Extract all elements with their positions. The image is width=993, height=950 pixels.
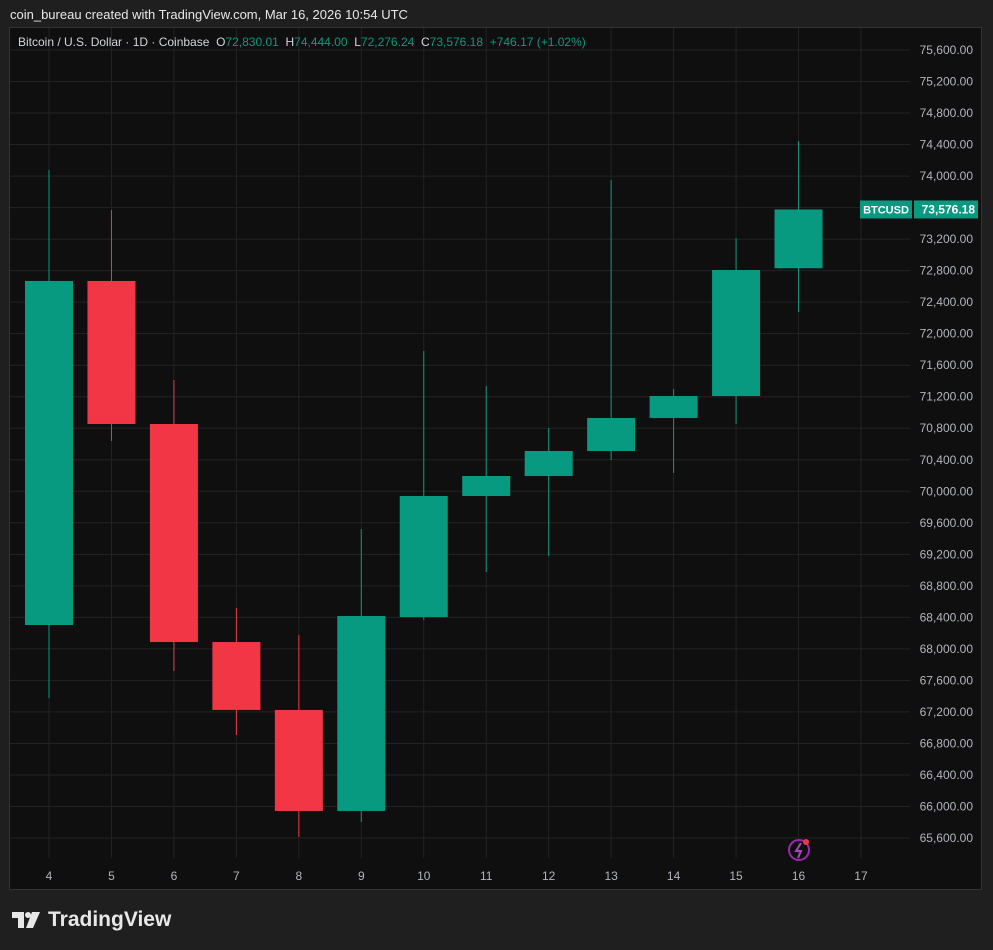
candle-body bbox=[25, 280, 73, 626]
ohlc-legend: Bitcoin / U.S. Dollar · 1D · Coinbase O7… bbox=[18, 35, 586, 49]
x-tick-label: 5 bbox=[108, 869, 115, 883]
price-tag-value: 73,576.18 bbox=[922, 202, 976, 216]
x-tick-label: 4 bbox=[46, 869, 53, 883]
y-tick-label: 67,200.00 bbox=[920, 705, 974, 719]
y-tick-label: 75,200.00 bbox=[920, 75, 974, 89]
candlestick-chart[interactable]: 75,600.00 75,200.00 74,800.00 74,400.00 74,0… bbox=[0, 0, 993, 950]
candle-body bbox=[587, 417, 636, 452]
brand-name: TradingView bbox=[48, 908, 172, 931]
candle-body bbox=[337, 616, 386, 811]
y-tick-label: 66,400.00 bbox=[920, 768, 974, 782]
tradingview-logo[interactable]: TradingView bbox=[12, 908, 171, 932]
y-tick-label: 75,600.00 bbox=[920, 43, 974, 57]
x-tick-label: 13 bbox=[604, 869, 618, 883]
y-tick-label: 74,400.00 bbox=[920, 138, 974, 152]
y-tick-label: 68,400.00 bbox=[920, 610, 974, 624]
candle-body bbox=[712, 270, 761, 397]
y-tick-label: 74,000.00 bbox=[920, 169, 974, 183]
x-tick-label: 10 bbox=[417, 869, 431, 883]
x-tick-label: 15 bbox=[729, 869, 743, 883]
x-tick-label: 12 bbox=[542, 869, 556, 883]
candle-body bbox=[399, 496, 448, 618]
x-tick-label: 9 bbox=[358, 869, 365, 883]
candle-body bbox=[87, 280, 136, 424]
close-value: 73,576.18 bbox=[429, 35, 484, 49]
y-tick-label: 70,800.00 bbox=[920, 421, 974, 435]
low-label: L bbox=[354, 35, 361, 49]
y-tick-label: 68,000.00 bbox=[920, 642, 974, 656]
low-value: 72,276.24 bbox=[360, 35, 415, 49]
y-tick-label: 66,000.00 bbox=[920, 799, 974, 813]
price-tag-symbol: BTCUSD bbox=[863, 204, 909, 216]
lightning-icon bbox=[794, 842, 803, 859]
x-tick-label: 8 bbox=[295, 869, 302, 883]
candle-body bbox=[149, 423, 198, 643]
y-tick-label: 65,600.00 bbox=[920, 831, 974, 845]
x-tick-label: 7 bbox=[233, 869, 240, 883]
y-tick-label: 68,800.00 bbox=[920, 579, 974, 593]
y-tick-label: 69,200.00 bbox=[920, 547, 974, 561]
y-tick-label: 70,000.00 bbox=[920, 484, 974, 498]
y-tick-label: 66,800.00 bbox=[920, 736, 974, 750]
candle-body bbox=[524, 451, 573, 476]
change-value: +746.17 (+1.02%) bbox=[489, 35, 586, 49]
high-value: 74,444.00 bbox=[294, 35, 348, 49]
y-tick-label: 67,600.00 bbox=[920, 673, 974, 687]
candle-body bbox=[774, 209, 823, 269]
x-tick-label: 11 bbox=[480, 869, 493, 883]
notification-dot bbox=[803, 839, 809, 845]
candle-body bbox=[212, 642, 261, 710]
y-tick-label: 70,400.00 bbox=[920, 453, 974, 467]
close-label: C bbox=[420, 35, 430, 49]
candle-body bbox=[462, 475, 511, 497]
open-value: 72,830.01 bbox=[225, 35, 279, 49]
y-tick-label: 72,400.00 bbox=[920, 295, 974, 309]
y-tick-label: 71,200.00 bbox=[920, 390, 974, 404]
y-tick-label: 74,800.00 bbox=[920, 106, 974, 120]
y-tick-label: 72,800.00 bbox=[920, 264, 974, 278]
x-tick-label: 6 bbox=[171, 869, 178, 883]
candle-body bbox=[649, 396, 698, 418]
high-label: H bbox=[285, 35, 295, 49]
y-tick-label: 73,200.00 bbox=[920, 232, 974, 246]
y-tick-label: 72,000.00 bbox=[920, 327, 974, 341]
y-tick-label: 69,600.00 bbox=[920, 516, 974, 530]
x-tick-label: 16 bbox=[792, 869, 806, 883]
y-tick-label: 71,600.00 bbox=[920, 358, 974, 372]
x-tick-label: 17 bbox=[854, 869, 868, 883]
candle-body bbox=[274, 709, 323, 811]
tradingview-icon bbox=[12, 912, 40, 928]
symbol-title: Bitcoin / U.S. Dollar · 1D · Coinbase bbox=[18, 35, 210, 49]
x-tick-label: 14 bbox=[667, 869, 681, 883]
